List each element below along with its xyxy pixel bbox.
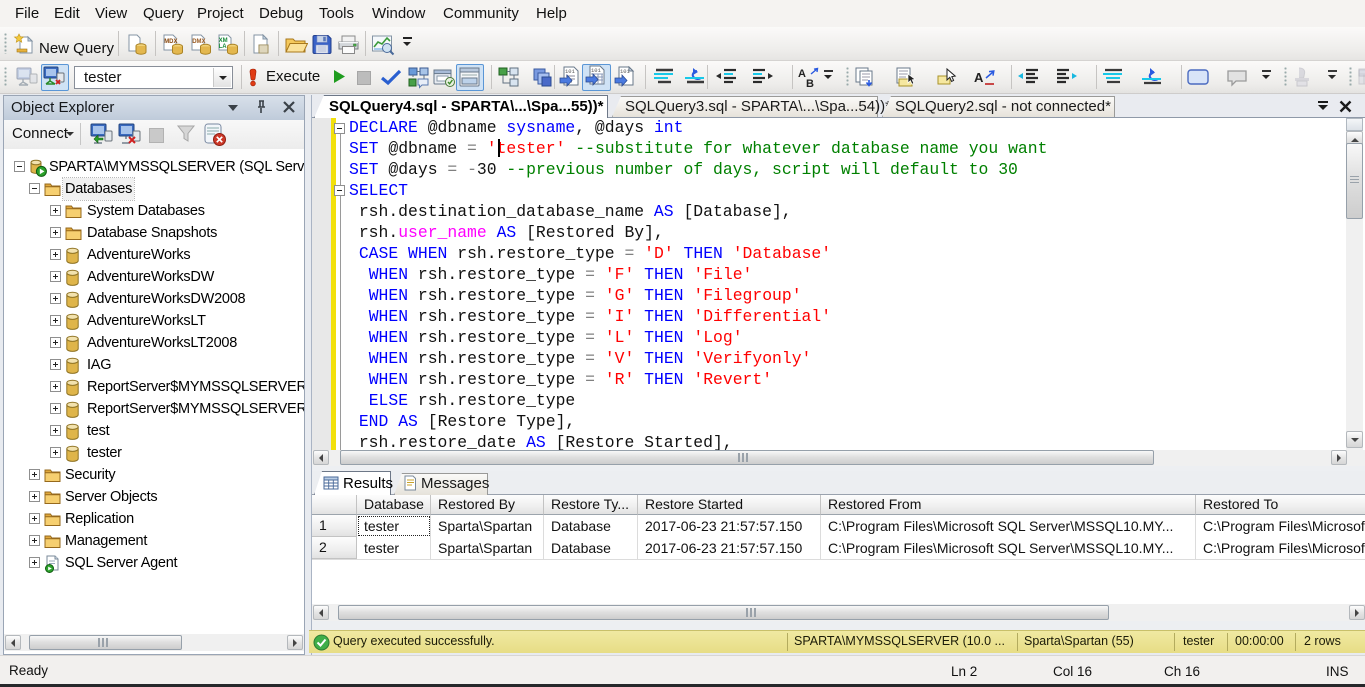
- svg-text:101: 101: [591, 67, 602, 74]
- svg-text:B: B: [806, 78, 814, 90]
- svg-text:A: A: [798, 68, 806, 80]
- svg-text:LA: LA: [219, 44, 228, 50]
- svg-text:A: A: [974, 70, 984, 85]
- svg-text:101: 101: [565, 68, 576, 75]
